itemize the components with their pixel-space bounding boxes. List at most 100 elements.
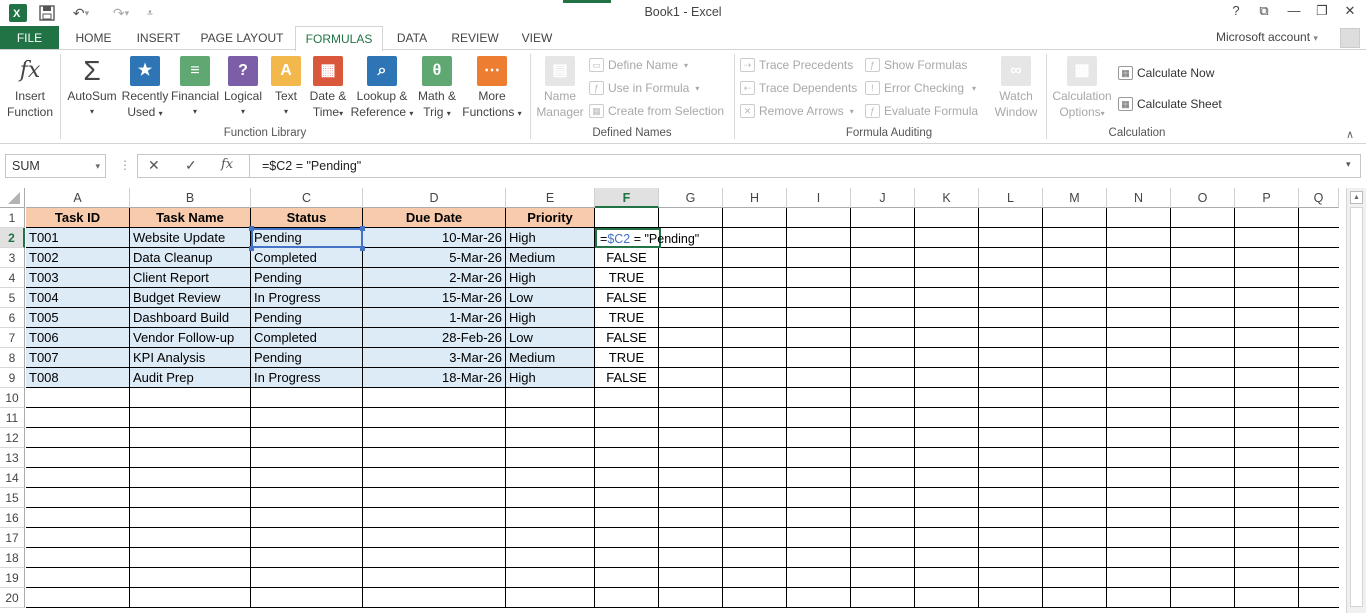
cell-o4[interactable] [1171, 268, 1235, 288]
priority-cell[interactable]: Medium [506, 248, 595, 268]
cell-p10[interactable] [1235, 388, 1299, 408]
trace-dependents-button[interactable]: ⇠ Trace Dependents [740, 79, 857, 97]
cell-q11[interactable] [1299, 408, 1339, 428]
cell-e18[interactable] [506, 548, 595, 568]
column-header-q[interactable]: Q [1299, 188, 1339, 208]
cell-g1[interactable] [659, 208, 723, 228]
result-cell[interactable]: FALSE [595, 328, 659, 348]
cell-j11[interactable] [851, 408, 915, 428]
cell-g10[interactable] [659, 388, 723, 408]
cell-o3[interactable] [1171, 248, 1235, 268]
cell-d15[interactable] [363, 488, 506, 508]
cell-m5[interactable] [1043, 288, 1107, 308]
column-header-e[interactable]: E [506, 188, 595, 208]
cell-m6[interactable] [1043, 308, 1107, 328]
cell-f19[interactable] [595, 568, 659, 588]
cell-a12[interactable] [26, 428, 130, 448]
task-name-cell[interactable]: Data Cleanup [130, 248, 251, 268]
cell-k14[interactable] [915, 468, 979, 488]
autosum-button[interactable]: Σ AutoSum ▾ [64, 56, 120, 120]
column-header-g[interactable]: G [659, 188, 723, 208]
cell-m12[interactable] [1043, 428, 1107, 448]
priority-cell[interactable]: High [506, 228, 595, 248]
cell-f14[interactable] [595, 468, 659, 488]
calculation-options-button[interactable]: ▦ Calculation Options▾ [1050, 56, 1114, 122]
task-name-cell[interactable]: Website Update [130, 228, 251, 248]
cell-h19[interactable] [723, 568, 787, 588]
cell-j8[interactable] [851, 348, 915, 368]
cell-g11[interactable] [659, 408, 723, 428]
cell-n4[interactable] [1107, 268, 1171, 288]
cell-l1[interactable] [979, 208, 1043, 228]
cell-k16[interactable] [915, 508, 979, 528]
task-id-cell[interactable]: T004 [26, 288, 130, 308]
due-date-cell[interactable]: 28-Feb-26 [363, 328, 506, 348]
cell-c12[interactable] [251, 428, 363, 448]
cell-h7[interactable] [723, 328, 787, 348]
cell-n3[interactable] [1107, 248, 1171, 268]
cell-d18[interactable] [363, 548, 506, 568]
row-header-15[interactable]: 15 [0, 488, 25, 508]
priority-cell[interactable]: Low [506, 288, 595, 308]
task-id-cell[interactable]: T005 [26, 308, 130, 328]
cell-g7[interactable] [659, 328, 723, 348]
cell-e16[interactable] [506, 508, 595, 528]
cell-i9[interactable] [787, 368, 851, 388]
cell-j9[interactable] [851, 368, 915, 388]
cell-p8[interactable] [1235, 348, 1299, 368]
cell-i11[interactable] [787, 408, 851, 428]
row-header-13[interactable]: 13 [0, 448, 25, 468]
cell-o18[interactable] [1171, 548, 1235, 568]
cell-i2[interactable] [787, 228, 851, 248]
cell-o2[interactable] [1171, 228, 1235, 248]
cell-n2[interactable] [1107, 228, 1171, 248]
cell-p19[interactable] [1235, 568, 1299, 588]
cell-m14[interactable] [1043, 468, 1107, 488]
cell-n12[interactable] [1107, 428, 1171, 448]
row-header-1[interactable]: 1 [0, 208, 25, 228]
more-functions-button[interactable]: ⋯ More Functions ▾ [460, 56, 524, 122]
cell-j2[interactable] [851, 228, 915, 248]
cell-g9[interactable] [659, 368, 723, 388]
create-from-selection-button[interactable]: ▦ Create from Selection [589, 102, 724, 120]
cell-q3[interactable] [1299, 248, 1339, 268]
error-checking-button[interactable]: ! Error Checking ▾ [865, 79, 976, 97]
cell-l10[interactable] [979, 388, 1043, 408]
name-box[interactable]: SUM ▾ [5, 154, 106, 178]
cell-p4[interactable] [1235, 268, 1299, 288]
task-name-cell[interactable]: Vendor Follow-up [130, 328, 251, 348]
row-header-5[interactable]: 5 [0, 288, 25, 308]
cell-k13[interactable] [915, 448, 979, 468]
cell-n5[interactable] [1107, 288, 1171, 308]
cell-d16[interactable] [363, 508, 506, 528]
cell-g12[interactable] [659, 428, 723, 448]
priority-cell[interactable]: High [506, 308, 595, 328]
row-header-20[interactable]: 20 [0, 588, 25, 608]
cell-k9[interactable] [915, 368, 979, 388]
tab-review[interactable]: REVIEW [445, 26, 505, 50]
cell-e12[interactable] [506, 428, 595, 448]
financial-button[interactable]: ≡ Financial ▾ [170, 56, 220, 120]
cell-m20[interactable] [1043, 588, 1107, 608]
cell-o1[interactable] [1171, 208, 1235, 228]
cell-q18[interactable] [1299, 548, 1339, 568]
cell-a11[interactable] [26, 408, 130, 428]
cell-h18[interactable] [723, 548, 787, 568]
cell-f10[interactable] [595, 388, 659, 408]
cell-i14[interactable] [787, 468, 851, 488]
cell-k6[interactable] [915, 308, 979, 328]
cell-c15[interactable] [251, 488, 363, 508]
cell-n13[interactable] [1107, 448, 1171, 468]
cell-h15[interactable] [723, 488, 787, 508]
cell-q6[interactable] [1299, 308, 1339, 328]
cell-g15[interactable] [659, 488, 723, 508]
cell-m18[interactable] [1043, 548, 1107, 568]
cell-e20[interactable] [506, 588, 595, 608]
cell-b16[interactable] [130, 508, 251, 528]
cell-g13[interactable] [659, 448, 723, 468]
cell-g20[interactable] [659, 588, 723, 608]
cell-q8[interactable] [1299, 348, 1339, 368]
cell-n17[interactable] [1107, 528, 1171, 548]
cell-a13[interactable] [26, 448, 130, 468]
cell-q4[interactable] [1299, 268, 1339, 288]
